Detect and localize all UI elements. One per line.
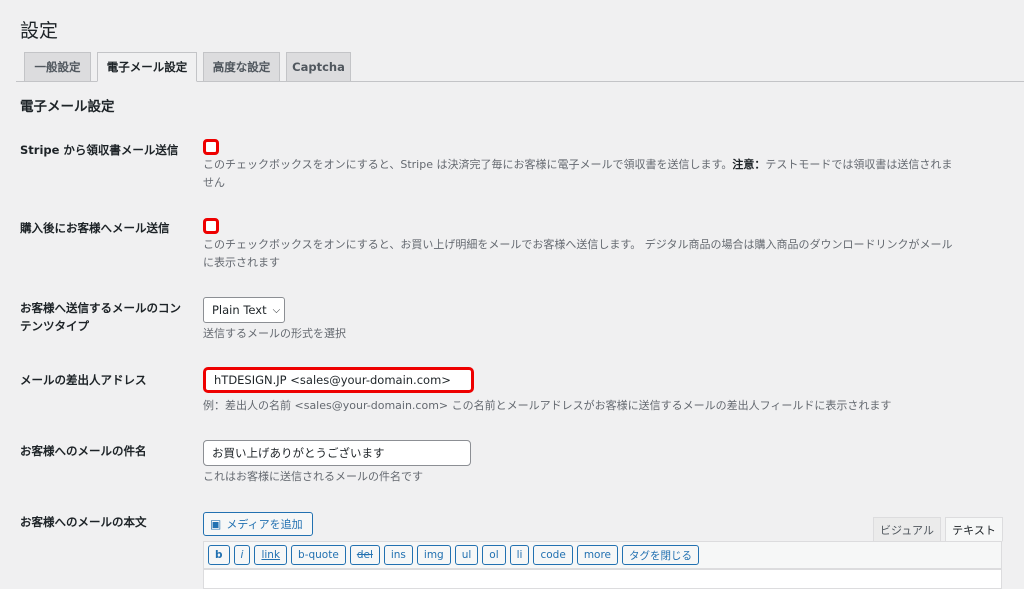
stripe-receipt-label: Stripe から領収書メール送信 [20, 143, 179, 157]
tab-general[interactable]: 一般設定 [24, 52, 91, 82]
quicktag-more-button[interactable]: more [576, 545, 619, 565]
buyer-email-label: 購入後にお客様へメール送信 [20, 221, 170, 235]
desc-text: このチェックボックスをオンにすると、Stripe は決済完了毎にお客様に電子メー… [203, 158, 733, 171]
from-input[interactable]: hTDESIGN.JP <sales@your-domain.com> [203, 367, 474, 393]
quicktag-ins-button[interactable]: ins [383, 545, 413, 565]
tab-visual[interactable]: ビジュアル [873, 517, 941, 542]
buyer-email-checkbox[interactable] [203, 218, 219, 234]
stripe-receipt-desc: このチェックボックスをオンにすると、Stripe は決済完了毎にお客様に電子メー… [203, 156, 1003, 192]
quicktag-b-button[interactable]: b [208, 545, 230, 565]
quicktag-img-button[interactable]: img [416, 545, 451, 565]
quicktag-code-button[interactable]: code [533, 545, 573, 565]
desc-text: テストモードでは領収書は送信されま [765, 158, 953, 171]
section-title: 電子メール設定 [20, 99, 115, 115]
stripe-receipt-checkbox[interactable] [203, 139, 219, 155]
content-type-label: お客様へ送信するメールのコン テンツタイプ [20, 299, 195, 335]
quicktag-close-tags-button[interactable]: タグを閉じる [622, 545, 700, 565]
tab-captcha[interactable]: Captcha [286, 52, 351, 82]
desc-text: に表示されます [203, 256, 280, 269]
media-icon: ▣ [210, 517, 222, 531]
quicktag-ol-button[interactable]: ol [482, 545, 506, 565]
body-textarea[interactable] [203, 569, 1002, 589]
buyer-email-desc: このチェックボックスをオンにすると、お買い上げ明細をメールでお客様へ送信します。… [203, 236, 1003, 272]
subject-label: お客様へのメールの件名 [20, 444, 147, 458]
subject-desc: これはお客様に送信されるメールの件名です [203, 470, 423, 483]
quicktag-ul-button[interactable]: ul [454, 545, 479, 565]
select-value: Plain Text [212, 303, 267, 317]
add-media-button[interactable]: ▣ メディアを追加 [203, 512, 313, 536]
quicktag-del-button[interactable]: del [349, 545, 380, 565]
desc-text: このチェックボックスをオンにすると、お買い上げ明細をメールでお客様へ送信します。… [203, 238, 953, 251]
chevron-down-icon: ⌵ [272, 304, 281, 316]
content-type-desc: 送信するメールの形式を選択 [203, 327, 346, 340]
label-line: テンツタイプ [20, 319, 89, 333]
tab-email[interactable]: 電子メール設定 [97, 52, 197, 82]
label-line: お客様へ送信するメールのコン [20, 301, 181, 315]
quicktag-b-quote-button[interactable]: b-quote [291, 545, 346, 565]
content-type-select[interactable]: Plain Text ⌵ [203, 297, 285, 323]
desc-text: せん [203, 176, 225, 189]
quicktag-link-button[interactable]: link [254, 545, 288, 565]
quicktags-toolbar: b i link b-quote del ins img ul ol li code more タグを閉… [203, 541, 1002, 569]
from-desc: 例：差出人の名前 <sales@your-domain.com> この名前とメー… [203, 399, 892, 412]
body-label: お客様へのメールの本文 [20, 515, 147, 529]
from-label: メールの差出人アドレス [20, 373, 147, 387]
tab-advanced[interactable]: 高度な設定 [203, 52, 280, 82]
page-title: 設定 [20, 20, 59, 42]
quicktag-li-button[interactable]: li [509, 545, 530, 565]
tab-text[interactable]: テキスト [945, 517, 1003, 542]
quicktag-i-button[interactable]: i [233, 545, 251, 565]
subject-input[interactable]: お買い上げありがとうございます [203, 440, 471, 466]
add-media-label: メディアを追加 [226, 518, 303, 531]
desc-note: 注意： [732, 158, 766, 171]
